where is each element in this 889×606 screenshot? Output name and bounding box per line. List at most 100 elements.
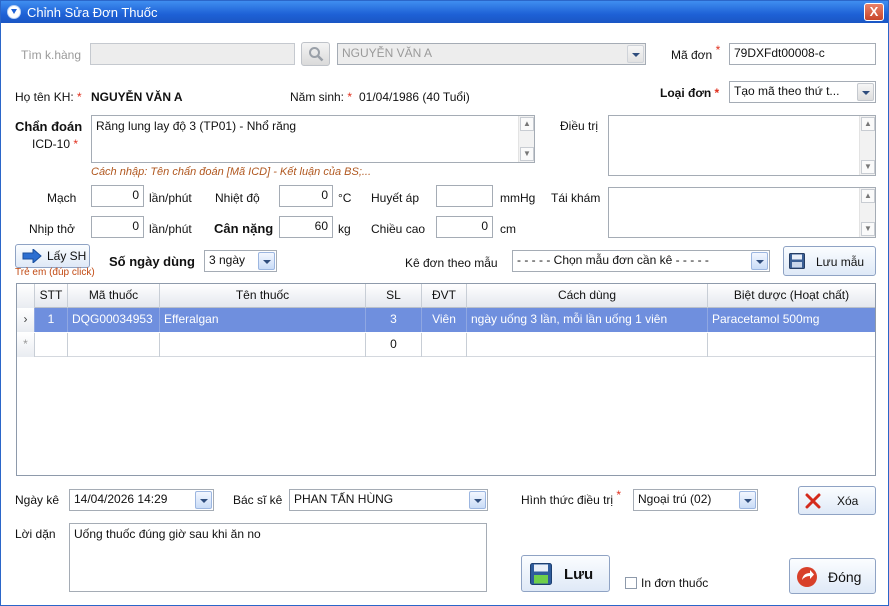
ngay-ke-label: Ngày kê [15,493,60,507]
mach-input[interactable]: 0 [91,185,144,207]
table-row[interactable]: › 1 DQG00034953 Efferalgan 3 Viên ngày u… [17,308,875,332]
xoa-button[interactable]: Xóa [798,486,876,515]
diagnosis-hint: Cách nhập: Tên chẩn đoán [Mã ICD] - Kết … [91,166,372,178]
cell-ma-thuoc[interactable]: DQG00034953 [68,308,160,332]
chevron-down-icon[interactable] [258,252,275,270]
hinh-thuc-value: Ngoại trú (02) [638,492,712,506]
ma-don-label: Mã đơn * [671,43,721,62]
dong-button[interactable]: Đóng [789,558,876,594]
patient-name: NGUYỄN VĂN A [91,90,183,104]
loai-don-value: Tạo mã theo thứ t... [734,84,840,98]
exit-arrow-icon [797,567,817,587]
nhip-tho-unit: lần/phút [149,222,192,236]
so-ngay-value: 3 ngày [209,253,246,267]
ma-don-input[interactable]: 79DXFdt00008-c [729,43,876,65]
search-button[interactable] [301,42,330,66]
row-selector[interactable]: › [17,308,35,332]
cell-cach-dung[interactable] [467,333,708,357]
cell-cach-dung[interactable]: ngày uống 3 lần, mỗi lần uống 1 viên [467,308,708,332]
bac-si-value: PHAN TẤN HÙNG [294,492,394,506]
cell-ten-thuoc[interactable] [160,333,366,357]
can-nang-input[interactable]: 60 [279,216,333,238]
medicine-grid[interactable]: STT Mã thuốc Tên thuốc SL ĐVT Cách dùng … [16,283,876,476]
table-row-new[interactable]: * 0 [17,333,875,357]
chevron-down-icon[interactable] [627,45,644,63]
ke-don-label: Kê đơn theo mẫu [405,256,498,270]
loai-don-label: Loại đơn * [660,86,720,100]
patient-combo[interactable]: NGUYỄN VĂN A [337,43,646,65]
dong-label: Đóng [828,569,862,585]
mach-unit: lần/phút [149,191,192,205]
new-row-marker: * [17,333,35,357]
window-title: Chỉnh Sửa Đơn Thuốc [27,5,158,20]
cell-sl[interactable]: 0 [366,333,422,357]
tai-kham-textarea[interactable]: ▲ ▼ [608,187,876,238]
floppy-disk-icon [789,253,805,269]
chieu-cao-label: Chiều cao [371,222,426,236]
hinh-thuc-select[interactable]: Ngoại trú (02) [633,489,758,511]
bac-si-select[interactable]: PHAN TẤN HÙNG [289,489,488,511]
icd-label: ICD-10 * [32,137,79,151]
prescription-edit-window: Chỉnh Sửa Đơn Thuốc X Tìm k.hàng NGUYỄN … [0,0,889,606]
cell-ma-thuoc[interactable] [68,333,160,357]
tai-kham-label: Tái khám [551,191,601,205]
in-don-label[interactable]: In đơn thuốc [641,576,708,590]
dieu-tri-textarea[interactable]: ▲ ▼ [608,115,876,176]
header-ma-thuoc[interactable]: Mã thuốc [68,284,160,308]
in-don-checkbox[interactable] [625,577,637,589]
cell-stt[interactable] [35,333,68,357]
header-sl[interactable]: SL [366,284,422,308]
header-ten-thuoc[interactable]: Tên thuốc [160,284,366,308]
cell-dvt[interactable] [422,333,467,357]
dieu-tri-scrollbar[interactable]: ▲ ▼ [859,116,875,175]
hinh-thuc-label: Hình thức điều trị * [521,488,622,507]
diagnosis-scrollbar[interactable]: ▲ ▼ [518,116,534,162]
loai-don-select[interactable]: Tạo mã theo thứ t... [729,81,876,103]
nhiet-do-input[interactable]: 0 [279,185,333,207]
so-ngay-select[interactable]: 3 ngày [204,250,277,272]
close-window-button[interactable]: X [864,3,884,21]
app-icon [7,5,21,19]
delete-x-icon [805,493,821,509]
cell-biet-duoc[interactable] [708,333,875,357]
header-dvt[interactable]: ĐVT [422,284,467,308]
ngay-ke-picker[interactable]: 14/04/2026 14:29 [69,489,214,511]
chevron-down-icon[interactable] [751,252,768,270]
nhiet-do-unit: °C [338,191,352,205]
luu-mau-button[interactable]: Lưu mẫu [783,246,876,276]
chevron-down-icon[interactable] [469,491,486,509]
diagnosis-label: Chẩn đoán [15,119,83,134]
luu-mau-label: Lưu mẫu [816,255,865,269]
cell-sl[interactable]: 3 [366,308,422,332]
huyet-ap-input[interactable] [436,185,493,207]
cell-ten-thuoc[interactable]: Efferalgan [160,308,366,332]
chevron-down-icon[interactable] [857,83,874,101]
header-stt[interactable]: STT [35,284,68,308]
huyet-ap-label: Huyết áp [371,191,420,205]
diagnosis-textarea[interactable]: Răng lung lay độ 3 (TP01) - Nhổ răng ▲ ▼ [91,115,535,163]
cell-dvt[interactable]: Viên [422,308,467,332]
header-biet-duoc[interactable]: Biệt dược (Hoạt chất) [708,284,875,308]
cell-biet-duoc[interactable]: Paracetamol 500mg [708,308,875,332]
lay-sh-button[interactable]: Lấy SH [15,244,90,268]
arrow-right-icon [22,249,42,263]
nhip-tho-input[interactable]: 0 [91,216,144,238]
dob-label: Năm sinh: * [290,90,353,104]
header-cach-dung[interactable]: Cách dùng [467,284,708,308]
can-nang-unit: kg [338,222,351,236]
search-customer-label: Tìm k.hàng [21,48,82,62]
luu-button[interactable]: Lưu [521,555,610,592]
ngay-ke-value: 14/04/2026 14:29 [74,492,168,506]
bac-si-label: Bác sĩ kê [233,493,283,507]
chevron-down-icon[interactable] [739,491,756,509]
search-customer-input[interactable] [90,43,295,65]
ke-don-select[interactable]: - - - - - Chọn mẫu đơn cần kê - - - - - [512,250,770,272]
header-corner [17,284,35,308]
chieu-cao-input[interactable]: 0 [436,216,493,238]
tai-kham-scrollbar[interactable]: ▲ ▼ [859,188,875,237]
cell-stt[interactable]: 1 [35,308,68,332]
loi-dan-textarea[interactable]: Uống thuốc đúng giờ sau khi ăn no [69,523,487,592]
luu-label: Lưu [564,566,594,583]
chevron-down-icon[interactable] [195,491,212,509]
lay-sh-label: Lấy SH [47,249,87,263]
